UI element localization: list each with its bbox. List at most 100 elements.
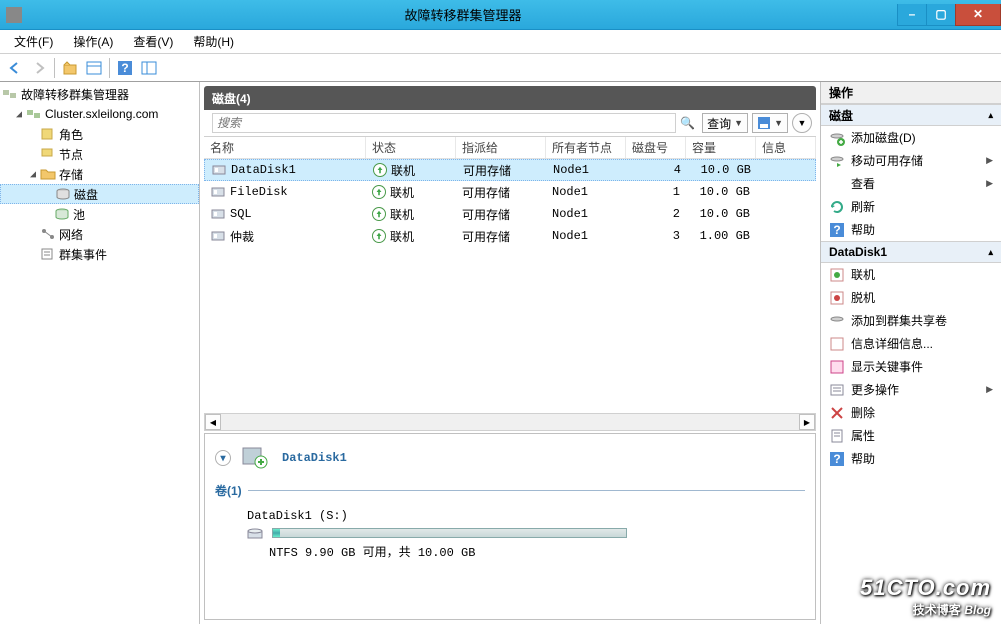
svg-text:?: ? [833,223,840,237]
properties-icon [829,428,845,444]
close-button[interactable]: ✕ [955,4,1001,26]
menu-bar: 文件(F) 操作(A) 查看(V) 帮助(H) [0,30,1001,54]
action-add-csv[interactable]: 添加到群集共享卷 [821,309,1001,332]
col-info[interactable]: 信息 [756,137,816,158]
col-owner[interactable]: 所有者节点 [546,137,626,158]
action-help2[interactable]: ?帮助 [821,447,1001,470]
back-button[interactable] [4,57,26,79]
tree-cluster[interactable]: ◢ Cluster.sxleilong.com [0,104,199,124]
roles-icon [40,127,56,141]
action-info-detail[interactable]: 信息详细信息... [821,332,1001,355]
cluster-icon [2,87,18,101]
list-title: 磁盘(4) [204,86,816,110]
scroll-right-button[interactable]: ▶ [799,414,815,430]
save-button[interactable]: ▼ [752,113,788,133]
scroll-left-button[interactable]: ◀ [205,414,221,430]
layout-button[interactable] [138,57,160,79]
view-icon [829,176,845,192]
disk-large-icon [239,444,271,472]
nav-tree: 故障转移群集管理器 ◢ Cluster.sxleilong.com 角色 节点 … [0,82,200,624]
nodes-icon [40,147,56,161]
status-online-icon [373,163,387,177]
events-icon [829,359,845,375]
up-button[interactable] [59,57,81,79]
table-row[interactable]: FileDisk联机可用存储Node1110.0 GB [204,181,816,203]
svg-text:?: ? [121,61,128,75]
search-icon[interactable]: 🔍 [680,116,694,130]
csv-icon [829,313,845,329]
query-button[interactable]: 查询▼ [702,113,748,133]
action-view[interactable]: 查看▶ [821,172,1001,195]
status-online-icon [372,229,386,243]
maximize-button[interactable]: ▢ [926,4,956,26]
col-status[interactable]: 状态 [366,137,456,158]
action-critical-events[interactable]: 显示关键事件 [821,355,1001,378]
pool-icon [54,207,70,221]
minimize-button[interactable]: – [897,4,927,26]
help-icon: ? [829,451,845,467]
tree-networks[interactable]: 网络 [0,224,199,244]
expand-button[interactable]: ▼ [792,113,812,133]
tree-nodes[interactable]: 节点 [0,144,199,164]
tree-storage[interactable]: ◢ 存储 [0,164,199,184]
action-add-disk[interactable]: 添加磁盘(D) [821,126,1001,149]
action-help[interactable]: ?帮助 [821,218,1001,241]
delete-icon [829,405,845,421]
action-online[interactable]: 联机 [821,263,1001,286]
forward-button[interactable] [28,57,50,79]
tree-events[interactable]: 群集事件 [0,244,199,264]
tree-root[interactable]: 故障转移群集管理器 [0,84,199,104]
detail-pane: ▾ DataDisk1 卷(1) DataDisk1 (S:) NTFS 9.9… [204,433,816,620]
action-move-storage[interactable]: 移动可用存储▶ [821,149,1001,172]
action-refresh[interactable]: 刷新 [821,195,1001,218]
table-row[interactable]: 仲裁联机可用存储Node131.00 GB [204,225,816,247]
disk-icon [210,229,226,243]
table-row[interactable]: SQL联机可用存储Node1210.0 GB [204,203,816,225]
collapse-icon[interactable]: ◢ [12,109,26,120]
online-icon [829,267,845,283]
search-input[interactable] [212,113,676,133]
selection-panel-header[interactable]: DataDisk1▴ [821,241,1001,263]
menu-action[interactable]: 操作(A) [63,31,123,52]
disk-icon [55,187,71,201]
menu-help[interactable]: 帮助(H) [183,31,244,52]
tree-roles[interactable]: 角色 [0,124,199,144]
scroll-track[interactable] [221,414,799,430]
horizontal-scrollbar[interactable]: ◀ ▶ [204,413,816,431]
col-diskno[interactable]: 磁盘号 [626,137,686,158]
volume-label: DataDisk1 (S:) [247,509,627,523]
action-offline[interactable]: 脱机 [821,286,1001,309]
events-icon [40,247,56,261]
offline-icon [829,290,845,306]
action-more[interactable]: 更多操作▶ [821,378,1001,401]
title-bar: 故障转移群集管理器 – ▢ ✕ [0,0,1001,30]
collapse-icon[interactable]: ◢ [26,169,40,180]
volumes-section: 卷(1) [215,482,805,499]
table-header: 名称 状态 指派给 所有者节点 磁盘号 容量 信息 [204,137,816,159]
help-icon: ? [829,222,845,238]
menu-file[interactable]: 文件(F) [4,31,63,52]
menu-view[interactable]: 查看(V) [123,31,183,52]
tree-disks[interactable]: 磁盘 [0,184,199,204]
more-icon [829,382,845,398]
network-icon [40,227,56,241]
col-assigned[interactable]: 指派给 [456,137,546,158]
folder-icon [40,167,56,181]
table-row[interactable]: DataDisk1联机可用存储Node1410.0 GB [204,159,816,181]
help-button[interactable]: ? [114,57,136,79]
volume-text: NTFS 9.90 GB 可用，共 10.00 GB [269,543,627,560]
disk-panel-header[interactable]: 磁盘▴ [821,104,1001,126]
info-icon [829,336,845,352]
status-online-icon [372,185,386,199]
properties-button[interactable] [83,57,105,79]
tree-pools[interactable]: 池 [0,204,199,224]
action-properties[interactable]: 属性 [821,424,1001,447]
toolbar: ? [0,54,1001,82]
svg-text:?: ? [833,452,840,466]
col-capacity[interactable]: 容量 [686,137,756,158]
action-delete[interactable]: 删除 [821,401,1001,424]
col-name[interactable]: 名称 [204,137,366,158]
disk-icon [210,207,226,221]
actions-pane: 操作 磁盘▴ 添加磁盘(D) 移动可用存储▶ 查看▶ 刷新 ?帮助 DataDi… [821,82,1001,624]
collapse-button[interactable]: ▾ [215,450,231,466]
